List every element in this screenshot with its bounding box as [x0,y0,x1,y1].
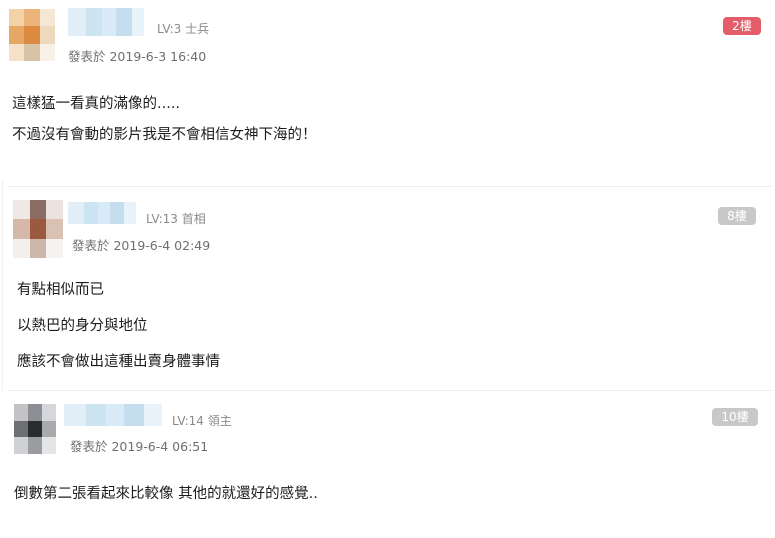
post-date: 發表於 2019-6-4 02:49 [72,238,211,253]
avatar-pixel [9,26,25,44]
user-level: LV:3 士兵 [157,22,210,36]
floor-badge[interactable]: 10樓 [712,408,758,426]
avatar-pixel [14,404,28,421]
user-level: LV:13 首相 [146,212,206,226]
floor-badge[interactable]: 2樓 [723,17,761,35]
avatar-pixel [46,200,63,220]
avatar-pixel [39,9,55,27]
post-content: 有點相似而已 以熱巴的身分與地位 應該不會做出這種出賣身體事情 [17,278,220,371]
post-floor-8: LV:13 首相 發表於 2019-6-4 02:49 8樓 有點相似而已 以熱… [0,186,775,390]
avatar-pixel [39,26,55,44]
avatar-pixel [29,200,47,220]
avatar-pixel [9,43,25,61]
avatar-pixel [24,9,40,27]
avatar-pixel [46,219,63,239]
content-line: 有點相似而已 [17,282,104,298]
content-line: 倒數第二張看起來比較像 其他的就還好的感覺.. [14,486,318,502]
avatar-pixel [13,238,30,258]
avatar[interactable] [9,9,55,61]
post-floor-2: LV:3 士兵 發表於 2019-6-3 16:40 2樓 這樣猛一看真的滿像的… [0,0,775,185]
floor-badge[interactable]: 8樓 [718,207,756,225]
content-line: 這樣猛一看真的滿像的..... [12,96,181,112]
avatar-pixel [29,238,47,258]
post-date: 發表於 2019-6-4 06:51 [70,439,209,454]
avatar-pixel [14,437,28,454]
avatar-pixel [46,238,63,258]
username-blurred[interactable] [64,404,162,426]
content-line: 應該不會做出這種出賣身體事情 [17,354,220,370]
avatar-pixel [28,437,42,454]
avatar-pixel [42,420,56,438]
post-content: 這樣猛一看真的滿像的..... 不過沒有會動的影片我是不會相信女神下海的！ [12,92,317,144]
post-content: 倒數第二張看起來比較像 其他的就還好的感覺.. [14,482,318,503]
content-line: 不過沒有會動的影片我是不會相信女神下海的！ [12,127,317,143]
avatar-pixel [42,437,56,454]
content-line: 以熱巴的身分與地位 [17,318,148,334]
avatar-pixel [28,404,42,421]
avatar[interactable] [13,200,63,258]
avatar-pixel [13,219,30,239]
avatar-pixel [9,9,25,27]
username-blurred[interactable] [68,202,136,224]
avatar-pixel [24,43,40,61]
post-date: 發表於 2019-6-3 16:40 [68,49,207,64]
avatar-pixel [28,420,42,438]
avatar[interactable] [14,404,56,454]
post-floor-10: LV:14 領主 發表於 2019-6-4 06:51 10樓 倒數第二張看起來… [0,390,775,538]
user-level: LV:14 領主 [172,414,232,428]
avatar-pixel [39,43,55,61]
avatar-pixel [24,26,40,44]
avatar-pixel [14,420,28,438]
avatar-pixel [42,404,56,421]
avatar-pixel [29,219,47,239]
avatar-pixel [13,200,30,220]
username-blurred[interactable] [68,8,144,36]
